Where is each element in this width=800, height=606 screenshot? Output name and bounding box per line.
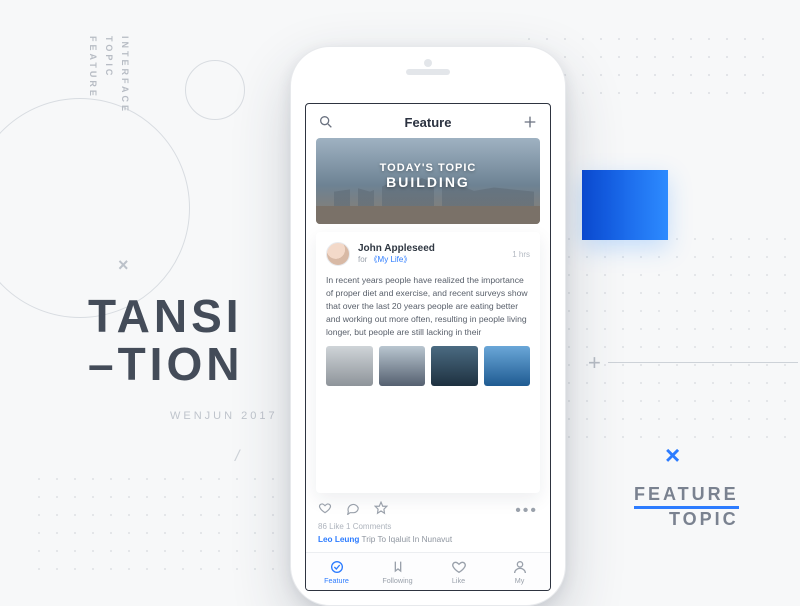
headline: TANSI –TION [88, 292, 243, 389]
hero-text: TODAY'S TOPIC BUILDING [316, 162, 540, 190]
byline: WENJUN 2017 [170, 410, 278, 422]
post-author[interactable]: John Appleseed [358, 243, 504, 254]
related-author: Leo Leung [318, 535, 359, 544]
star-icon[interactable] [374, 501, 388, 520]
hero-banner[interactable]: TODAY'S TOPIC BUILDING [316, 138, 540, 224]
crosshair-icon: + [588, 350, 601, 376]
divider [608, 362, 798, 363]
blue-square-accent [582, 170, 668, 240]
thumbnail[interactable] [326, 346, 373, 386]
post-header: John Appleseed for 《My Life》 1 hrs [326, 242, 530, 266]
vertical-labels: FEATURE TOPIC INTERFACE [88, 36, 130, 114]
tab-following[interactable]: Following [367, 553, 428, 590]
navbar-title: Feature [405, 115, 452, 130]
hero-line1: TODAY'S TOPIC [316, 162, 540, 174]
thumbnail-row [326, 346, 530, 386]
add-icon[interactable] [522, 114, 538, 130]
post-card: John Appleseed for 《My Life》 1 hrs In re… [316, 232, 540, 493]
app-navbar: Feature [306, 104, 550, 138]
post-stats: 86 Like 1 Comments [306, 522, 550, 535]
footer-line2: TOPIC [634, 509, 739, 530]
app-screen: Feature TODAY'S TOPIC BUILDING John Appl… [305, 103, 551, 591]
circle-large [0, 98, 190, 318]
search-icon[interactable] [318, 114, 334, 130]
headline-line2: –TION [88, 340, 243, 388]
post-subline: for 《My Life》 [358, 254, 504, 265]
thumbnail[interactable] [484, 346, 531, 386]
heart-icon[interactable] [318, 501, 332, 520]
vertical-label: FEATURE [88, 36, 98, 114]
tab-label: Following [382, 576, 412, 585]
action-bar: ••• [306, 493, 550, 522]
slash-icon: / [235, 448, 239, 466]
x-mark-icon: × [665, 440, 680, 471]
road-strip [316, 206, 540, 224]
post-meta: John Appleseed for 《My Life》 [358, 243, 504, 265]
circle-small [185, 60, 245, 120]
footer-line1: FEATURE [634, 484, 739, 509]
tab-label: My [515, 576, 525, 585]
avatar[interactable] [326, 242, 350, 266]
x-mark-icon: × [118, 255, 129, 276]
tabbar: Feature Following Like My [306, 552, 550, 590]
thumbnail[interactable] [431, 346, 478, 386]
post-for-prefix: for [358, 255, 370, 264]
vertical-label: TOPIC [104, 36, 114, 114]
dot-grid-bottom [30, 470, 290, 580]
hero-line2: BUILDING [316, 174, 540, 190]
phone-frame: Feature TODAY'S TOPIC BUILDING John Appl… [290, 46, 566, 606]
vertical-label: INTERFACE [120, 36, 130, 114]
dot-grid-mid [560, 230, 800, 450]
footer-label: FEATURE TOPIC [634, 484, 739, 530]
comment-icon[interactable] [346, 501, 360, 520]
related-row[interactable]: Leo Leung Trip To Iqaluit In Nunavut [306, 535, 550, 552]
more-icon[interactable]: ••• [515, 502, 538, 520]
post-time: 1 hrs [512, 250, 530, 259]
thumbnail[interactable] [379, 346, 426, 386]
tab-like[interactable]: Like [428, 553, 489, 590]
tab-feature[interactable]: Feature [306, 553, 367, 590]
tab-label: Feature [324, 576, 349, 585]
tab-label: Like [452, 576, 465, 585]
related-title: Trip To Iqaluit In Nunavut [362, 535, 453, 544]
tab-my[interactable]: My [489, 553, 550, 590]
post-body: In recent years people have realized the… [326, 274, 530, 338]
headline-line1: TANSI [88, 292, 243, 340]
post-book[interactable]: 《My Life》 [370, 255, 412, 264]
